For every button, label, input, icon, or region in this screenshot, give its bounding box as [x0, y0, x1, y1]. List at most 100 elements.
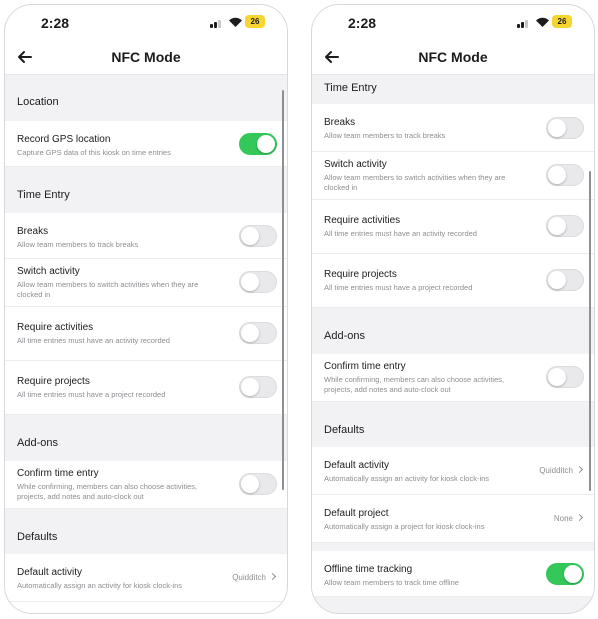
section-header-addons: Add-ons [17, 437, 58, 449]
status-time: 2:28 [348, 15, 377, 31]
setting-row-breaks: Breaks Allow team members to track break… [312, 104, 594, 152]
section-header-defaults: Defaults [324, 424, 365, 436]
toggle-knob [257, 135, 275, 153]
setting-row-require-projects: Require projects All time entries must h… [312, 254, 594, 308]
setting-row-breaks: Breaks Allow team members to track break… [5, 213, 287, 259]
status-bar: 2:28 26 [5, 5, 287, 41]
default-project-value[interactable]: None [553, 513, 584, 523]
setting-row-switch-activity: Switch activity Allow team members to sw… [312, 152, 594, 200]
breaks-toggle[interactable] [546, 117, 584, 139]
battery-icon: 26 [245, 15, 265, 28]
toggle-knob [241, 475, 259, 493]
setting-description: Allow team members to switch activities … [17, 280, 199, 299]
section-header-addons: Add-ons [324, 330, 365, 342]
setting-row-default-project[interactable]: Default project Automatically assign a p… [312, 495, 594, 543]
setting-description: All time entries must have a project rec… [324, 283, 473, 292]
setting-row-default-project[interactable]: Default project [5, 602, 287, 613]
section-header-location: Location [17, 96, 59, 108]
setting-row-default-activity[interactable]: Default activity Automatically assign an… [312, 447, 594, 495]
selected-value: Quidditch [539, 466, 573, 475]
default-activity-value[interactable]: Quidditch [232, 572, 277, 582]
setting-description: While confirming, members can also choos… [324, 375, 505, 394]
setting-title: Require activities [324, 215, 401, 226]
signal-icon [210, 18, 224, 28]
setting-description: Automatically assign an activity for kio… [17, 581, 183, 590]
toggle-knob [241, 378, 259, 396]
wifi-icon [536, 17, 549, 27]
setting-row-require-projects: Require projects All time entries must h… [5, 361, 287, 415]
setting-title: Record GPS location [17, 134, 111, 145]
setting-row-record-gps: Record GPS location Capture GPS data of … [5, 121, 287, 167]
setting-title: Default project [324, 508, 389, 519]
settings-list: Location Record GPS location Capture GPS… [5, 76, 287, 613]
setting-description: Allow team members to switch activities … [324, 173, 506, 192]
toggle-knob [548, 217, 566, 235]
setting-title: Require projects [17, 376, 90, 387]
setting-row-require-activities: Require activities All time entries must… [312, 200, 594, 254]
scrollbar[interactable] [282, 90, 284, 490]
require-projects-toggle[interactable] [546, 269, 584, 291]
setting-row-confirm-time-entry: Confirm time entry While confirming, mem… [5, 461, 287, 509]
setting-row-confirm-time-entry: Confirm time entry While confirming, mem… [312, 354, 594, 402]
setting-title: Require activities [17, 322, 94, 333]
default-activity-value[interactable]: Quidditch [539, 465, 584, 475]
status-time: 2:28 [41, 15, 70, 31]
setting-description: All time entries must have a project rec… [17, 390, 166, 399]
setting-row-switch-activity: Switch activity Allow team members to sw… [5, 259, 287, 307]
require-activities-toggle[interactable] [546, 215, 584, 237]
settings-scroll-area[interactable]: Time Entry Breaks Allow team members to … [312, 76, 594, 613]
setting-description: Allow team members to track breaks [17, 240, 139, 249]
wifi-icon [229, 17, 242, 27]
setting-title: Require projects [324, 269, 397, 280]
require-projects-toggle[interactable] [239, 376, 277, 398]
switch-activity-toggle[interactable] [239, 271, 277, 293]
setting-title: Switch activity [324, 159, 387, 170]
setting-description: Allow team members to track breaks [324, 131, 446, 140]
toggle-knob [548, 271, 566, 289]
section-header-time-entry: Time Entry [324, 82, 377, 94]
page-title: NFC Mode [418, 49, 488, 65]
setting-description: Automatically assign an activity for kio… [324, 474, 490, 483]
setting-description: All time entries must have an activity r… [17, 336, 170, 345]
toggle-knob [241, 273, 259, 291]
record-gps-toggle[interactable] [239, 133, 277, 155]
setting-description: While confirming, members can also choos… [17, 482, 198, 501]
settings-list: Time Entry Breaks Allow team members to … [312, 76, 594, 597]
toggle-knob [548, 368, 566, 386]
page-title: NFC Mode [111, 49, 181, 65]
setting-title: Offline time tracking [324, 564, 413, 575]
settings-scroll-area[interactable]: Location Record GPS location Capture GPS… [5, 76, 287, 613]
navigation-bar: NFC Mode [5, 41, 287, 75]
section-header-defaults: Defaults [17, 531, 58, 543]
switch-activity-toggle[interactable] [546, 164, 584, 186]
setting-title: Switch activity [17, 266, 80, 277]
chevron-right-icon [268, 572, 277, 581]
chevron-right-icon [575, 465, 584, 474]
setting-title: Confirm time entry [324, 361, 406, 372]
require-activities-toggle[interactable] [239, 322, 277, 344]
status-bar: 2:28 26 [312, 5, 594, 41]
chevron-right-icon [575, 513, 584, 522]
setting-description: Automatically assign a project for kiosk… [324, 522, 485, 531]
phone-screen-right: 2:28 26 NFC Mode Time Entry Breaks Allow… [311, 4, 595, 614]
toggle-knob [548, 166, 566, 184]
breaks-toggle[interactable] [239, 225, 277, 247]
phone-screen-left: 2:28 26 NFC Mode Location Record GPS loc… [4, 4, 288, 614]
navigation-bar: NFC Mode [312, 41, 594, 75]
setting-row-default-activity[interactable]: Default activity Automatically assign an… [5, 554, 287, 602]
toggle-knob [564, 565, 582, 583]
setting-description: Allow team members to track time offline [324, 578, 459, 587]
setting-title: Breaks [324, 117, 356, 128]
setting-description: Capture GPS data of this kiosk on time e… [17, 148, 171, 157]
setting-row-require-activities: Require activities All time entries must… [5, 307, 287, 361]
selected-value: None [553, 514, 573, 523]
scrollbar[interactable] [589, 171, 591, 491]
toggle-knob [241, 227, 259, 245]
setting-title: Breaks [17, 226, 49, 237]
offline-tracking-toggle[interactable] [546, 563, 584, 585]
setting-description: All time entries must have an activity r… [324, 229, 477, 238]
confirm-time-entry-toggle[interactable] [546, 366, 584, 388]
screenshot-stage: 2:28 26 NFC Mode Location Record GPS loc… [0, 0, 598, 619]
confirm-time-entry-toggle[interactable] [239, 473, 277, 495]
